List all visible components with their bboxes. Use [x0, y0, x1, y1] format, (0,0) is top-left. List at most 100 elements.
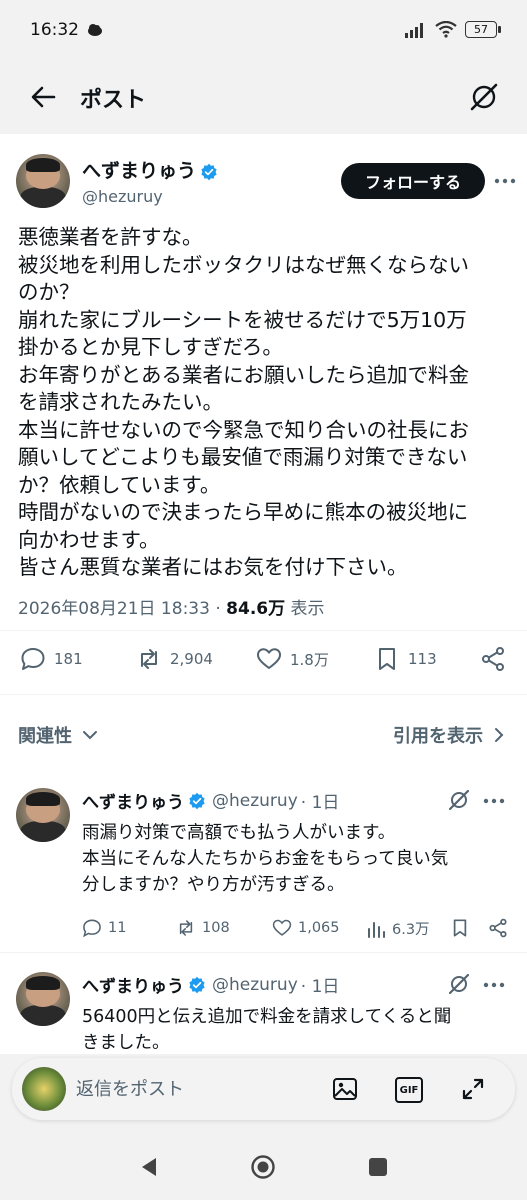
repost-icon: [179, 920, 193, 936]
battery-indicator: 57: [465, 21, 501, 38]
reply-avatar[interactable]: [16, 788, 70, 842]
meta-separator: ·: [215, 599, 221, 619]
tweet-line: 時間がないので決まったら早めに熊本の被災地に: [18, 500, 469, 524]
author-handle[interactable]: @hezuruy: [82, 187, 163, 206]
chevron-right-icon: [495, 728, 504, 742]
view-count: 84.6万: [226, 599, 286, 619]
like-button[interactable]: 1,065: [272, 918, 340, 938]
tweet-line: 向かわせます。: [18, 527, 160, 552]
expand-icon[interactable]: [458, 1074, 488, 1104]
bookmark-icon: [379, 648, 395, 670]
reply-handle: @hezuruy: [212, 974, 298, 995]
tweet-line: 願いしてどこよりも最安値で雨漏り対策できない: [18, 445, 468, 469]
tweet-text: 悪徳業者を許すな。 被災地を利用したボッタクリはなぜ無くならない のか？ 崩れた…: [18, 224, 518, 582]
user-avatar: [22, 1067, 66, 1111]
heart-icon: [257, 648, 281, 669]
tweet-line: 本当に許せないので今緊急で知り合いの社長にお: [18, 417, 469, 442]
notification-icon: [88, 24, 102, 36]
reply-time: · 1日: [300, 793, 340, 813]
bookmark-button[interactable]: 113: [374, 646, 437, 672]
reply-time: · 1日: [300, 977, 340, 997]
view-quotes-button[interactable]: 引用を表示: [393, 722, 505, 748]
reply-sort-row: 関連性 引用を表示: [0, 712, 527, 758]
tweet-timestamp[interactable]: 2026年08月21日 18:33: [18, 599, 210, 619]
reply-button[interactable]: 11: [82, 918, 126, 938]
share-icon: [482, 647, 504, 671]
reply-post[interactable]: へずまりゅう @hezuruy · 1日 雨漏り対策で高額でも払う人がいます。 …: [0, 788, 527, 948]
chevron-down-icon: [83, 731, 97, 740]
nav-recents-icon[interactable]: [368, 1157, 388, 1177]
reply-composer[interactable]: 返信をポスト GIF: [12, 1058, 515, 1120]
grok-icon[interactable]: [447, 788, 471, 812]
more-options-icon[interactable]: [483, 982, 505, 988]
divider: [0, 694, 527, 695]
reply-input[interactable]: 返信をポスト: [76, 1075, 184, 1101]
reply-line: きました。: [82, 1033, 170, 1053]
tweet-line: 掛かるとか見下しすぎだろ。: [18, 335, 283, 359]
reply-avatar[interactable]: [16, 972, 70, 1026]
view-quotes-label: 引用を表示: [393, 726, 483, 747]
relevance-sort-button[interactable]: 関連性: [18, 722, 98, 748]
gif-button[interactable]: GIF: [395, 1077, 423, 1103]
nav-home-icon[interactable]: [250, 1154, 276, 1180]
page-title: ポスト: [80, 88, 147, 113]
views-count: 6.3万: [392, 922, 430, 938]
tweet-meta: 2026年08月21日 18:33 · 84.6万 表示: [18, 594, 325, 619]
tweet-actions: 181 2,904 1.8万 113: [0, 634, 527, 684]
relevance-label: 関連性: [18, 726, 72, 747]
tweet-line: か？依頼しています。: [18, 472, 221, 497]
tweet-line: を請求されたみたい。: [18, 390, 223, 414]
tweet-line: お年寄りがとある業者にお願いしたら追加で料金: [18, 362, 469, 387]
reply-post[interactable]: へずまりゅう @hezuruy · 1日 56400円と伝え追加で料金を請求して…: [0, 972, 527, 1054]
author-name[interactable]: へずまりゅう: [82, 160, 196, 182]
repost-button[interactable]: 2,904: [136, 646, 213, 672]
system-nav-bar: [0, 1136, 527, 1200]
reply-header: へずまりゅう @hezuruy · 1日: [82, 972, 340, 998]
heart-icon: [272, 919, 292, 936]
divider: [0, 630, 527, 631]
author-name-row[interactable]: へずまりゅう: [82, 156, 218, 183]
more-options-icon[interactable]: [494, 178, 516, 184]
views-button[interactable]: 6.3万: [366, 918, 430, 939]
verified-badge-icon: [189, 792, 205, 809]
tweet-line: のか？: [18, 280, 80, 304]
grok-icon[interactable]: [447, 972, 471, 996]
like-button[interactable]: 1.8万: [256, 646, 329, 672]
nav-back-icon[interactable]: [138, 1156, 160, 1178]
share-button[interactable]: [480, 646, 506, 672]
reply-count: 181: [54, 650, 83, 668]
more-options-icon[interactable]: [483, 798, 505, 804]
share-icon[interactable]: [488, 918, 508, 938]
tweet-line: 被災地を利用したボッタクリはなぜ無くならない: [18, 252, 469, 277]
reply-line: 分しますか？やり方が汚すぎる。: [82, 875, 345, 895]
status-time: 16:32: [30, 20, 79, 40]
reply-line: 56400円と伝え追加で料金を請求してくると聞: [82, 1007, 452, 1027]
reply-text: 雨漏り対策で高額でも払う人がいます。 本当にそんな人たちからお金をもらって良い気…: [82, 820, 522, 898]
repost-count: 2,904: [170, 650, 213, 668]
tweet-line: 皆さん悪質な業者にはお気を付け下さい。: [18, 555, 408, 579]
reply-count: 11: [108, 920, 127, 936]
top-app-bar: ポスト: [0, 62, 527, 134]
repost-count: 108: [202, 920, 230, 936]
tweet-line: 悪徳業者を許すな。: [18, 225, 203, 249]
tweet-line: 崩れた家にブルーシートを被せるだけで5万10万: [18, 307, 467, 332]
reply-text: 56400円と伝え追加で料金を請求してくると聞 きました。: [82, 1004, 522, 1054]
grok-icon[interactable]: [467, 80, 501, 114]
follow-button[interactable]: フォローする: [341, 163, 485, 199]
like-count: 1,065: [298, 920, 340, 936]
author-avatar[interactable]: [16, 154, 70, 208]
reply-button[interactable]: 181: [20, 646, 83, 672]
reply-author-name[interactable]: へずまりゅう: [82, 788, 184, 813]
bookmark-icon[interactable]: [450, 918, 470, 938]
post-detail: へずまりゅう @hezuruy フォローする 悪徳業者を許すな。 被災地を利用し…: [0, 134, 527, 1054]
reply-icon: [83, 919, 101, 938]
image-icon[interactable]: [330, 1074, 360, 1104]
back-arrow-icon[interactable]: [26, 80, 60, 114]
status-bar: 16:32 57: [0, 0, 527, 62]
wifi-icon: [435, 21, 457, 38]
view-label: 表示: [290, 599, 325, 619]
reply-author-name[interactable]: へずまりゅう: [82, 972, 184, 997]
divider: [0, 952, 527, 953]
repost-button[interactable]: 108: [176, 918, 230, 938]
reply-line: 本当にそんな人たちからお金をもらって良い気: [82, 849, 449, 869]
